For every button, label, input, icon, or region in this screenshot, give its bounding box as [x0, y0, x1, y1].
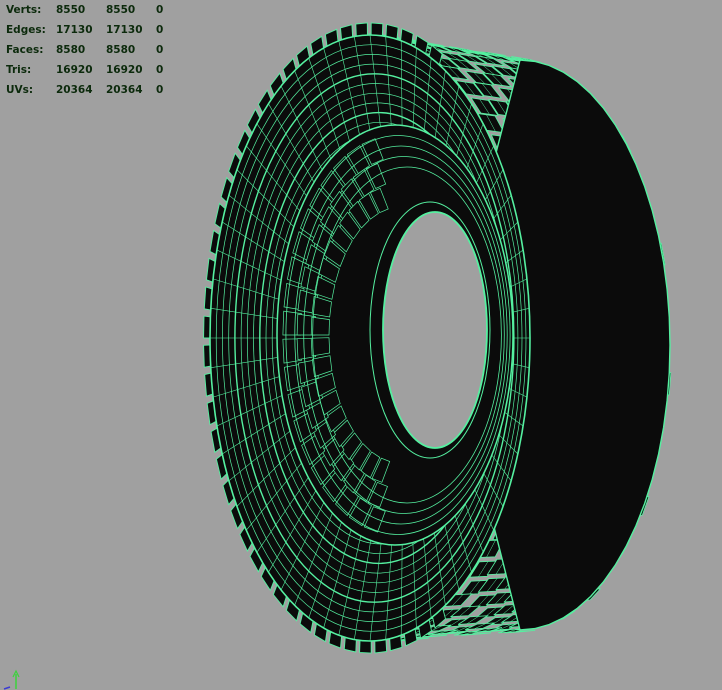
tire-wireframe-mesh[interactable] [0, 0, 722, 690]
hud-label: UVs: [6, 84, 34, 96]
hud-value: 0 [156, 44, 164, 56]
3d-viewport[interactable]: Verts: 8550 8550 0 Edges: 17130 17130 0 … [0, 0, 722, 690]
hud-label: Verts: [6, 4, 42, 16]
poly-count-hud: Verts: 8550 8550 0 Edges: 17130 17130 0 … [6, 0, 176, 100]
hud-value: 16920 [106, 64, 143, 76]
hud-value: 20364 [106, 84, 143, 96]
hub-hole [382, 211, 488, 449]
hud-label: Faces: [6, 44, 44, 56]
tire-bore [276, 124, 514, 546]
hud-value: 0 [156, 84, 164, 96]
hud-row-verts: Verts: 8550 8550 0 [6, 0, 176, 20]
hud-row-uvs: UVs: 20364 20364 0 [6, 80, 176, 100]
hud-value: 8550 [106, 4, 136, 16]
hud-value: 20364 [56, 84, 93, 96]
hud-label: Tris: [6, 64, 32, 76]
hud-value: 0 [156, 24, 164, 36]
hud-value: 0 [156, 64, 164, 76]
hud-label: Edges: [6, 24, 46, 36]
hud-value: 8580 [106, 44, 136, 56]
axis-gizmo-icon [3, 669, 20, 690]
hud-value: 17130 [106, 24, 143, 36]
hud-value: 8550 [56, 4, 86, 16]
hud-row-faces: Faces: 8580 8580 0 [6, 40, 176, 60]
hud-value: 0 [156, 4, 164, 16]
hud-value: 17130 [56, 24, 93, 36]
hud-row-edges: Edges: 17130 17130 0 [6, 20, 176, 40]
hud-value: 16920 [56, 64, 93, 76]
hud-row-tris: Tris: 16920 16920 0 [6, 60, 176, 80]
hud-value: 8580 [56, 44, 86, 56]
